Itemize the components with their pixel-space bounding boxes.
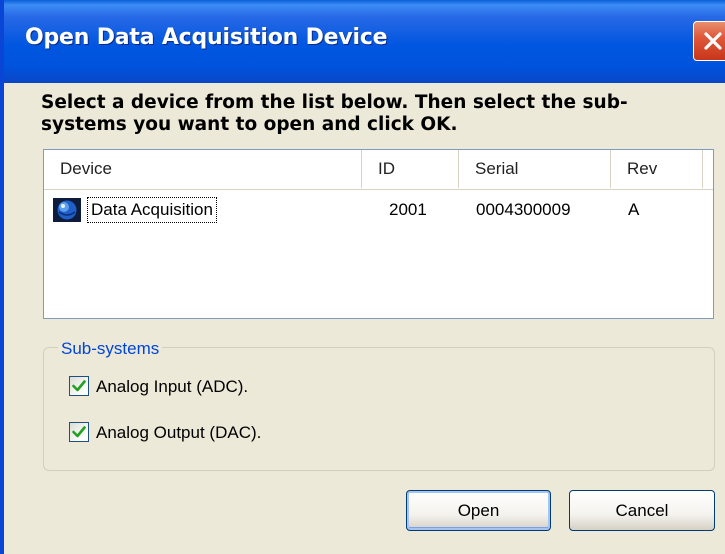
checkmark-icon <box>72 426 86 438</box>
subsystems-groupbox <box>43 347 715 471</box>
column-header-id[interactable]: ID <box>362 150 459 188</box>
cancel-button[interactable]: Cancel <box>569 490 715 531</box>
title-bar[interactable]: Open Data Acquisition Device <box>4 0 725 83</box>
column-header-device[interactable]: Device <box>44 150 362 188</box>
checkmark-icon <box>72 380 86 392</box>
subsystems-title: Sub-systems <box>58 338 163 360</box>
column-header-serial[interactable]: Serial <box>459 150 611 188</box>
column-header-rev[interactable]: Rev <box>611 150 703 188</box>
checkbox-label[interactable]: Analog Input (ADC). <box>96 374 248 400</box>
instructions-text: Select a device from the list below. The… <box>41 92 628 135</box>
device-name-cell[interactable]: Data Acquisition <box>87 197 217 223</box>
checkbox-label[interactable]: Analog Output (DAC). <box>96 420 261 446</box>
open-button[interactable]: Open <box>406 490 551 531</box>
close-x-icon <box>704 32 722 50</box>
checkbox-box[interactable] <box>69 422 89 442</box>
dialog-window: Open Data Acquisition Device Select a de… <box>0 0 725 554</box>
device-serial-cell: 0004300009 <box>476 200 571 219</box>
table-row[interactable]: Data Acquisition 2001 0004300009 A <box>44 191 713 229</box>
device-rev-cell: A <box>628 200 640 219</box>
device-id-cell: 2001 <box>389 200 427 219</box>
globe-device-icon <box>53 198 81 222</box>
list-header: Device ID Serial Rev <box>44 150 713 190</box>
window-title: Open Data Acquisition Device <box>25 25 388 50</box>
device-list[interactable]: Device ID Serial Rev Data Acquisition 20… <box>43 149 714 319</box>
checkbox-box[interactable] <box>69 376 89 396</box>
close-button[interactable] <box>693 21 725 61</box>
